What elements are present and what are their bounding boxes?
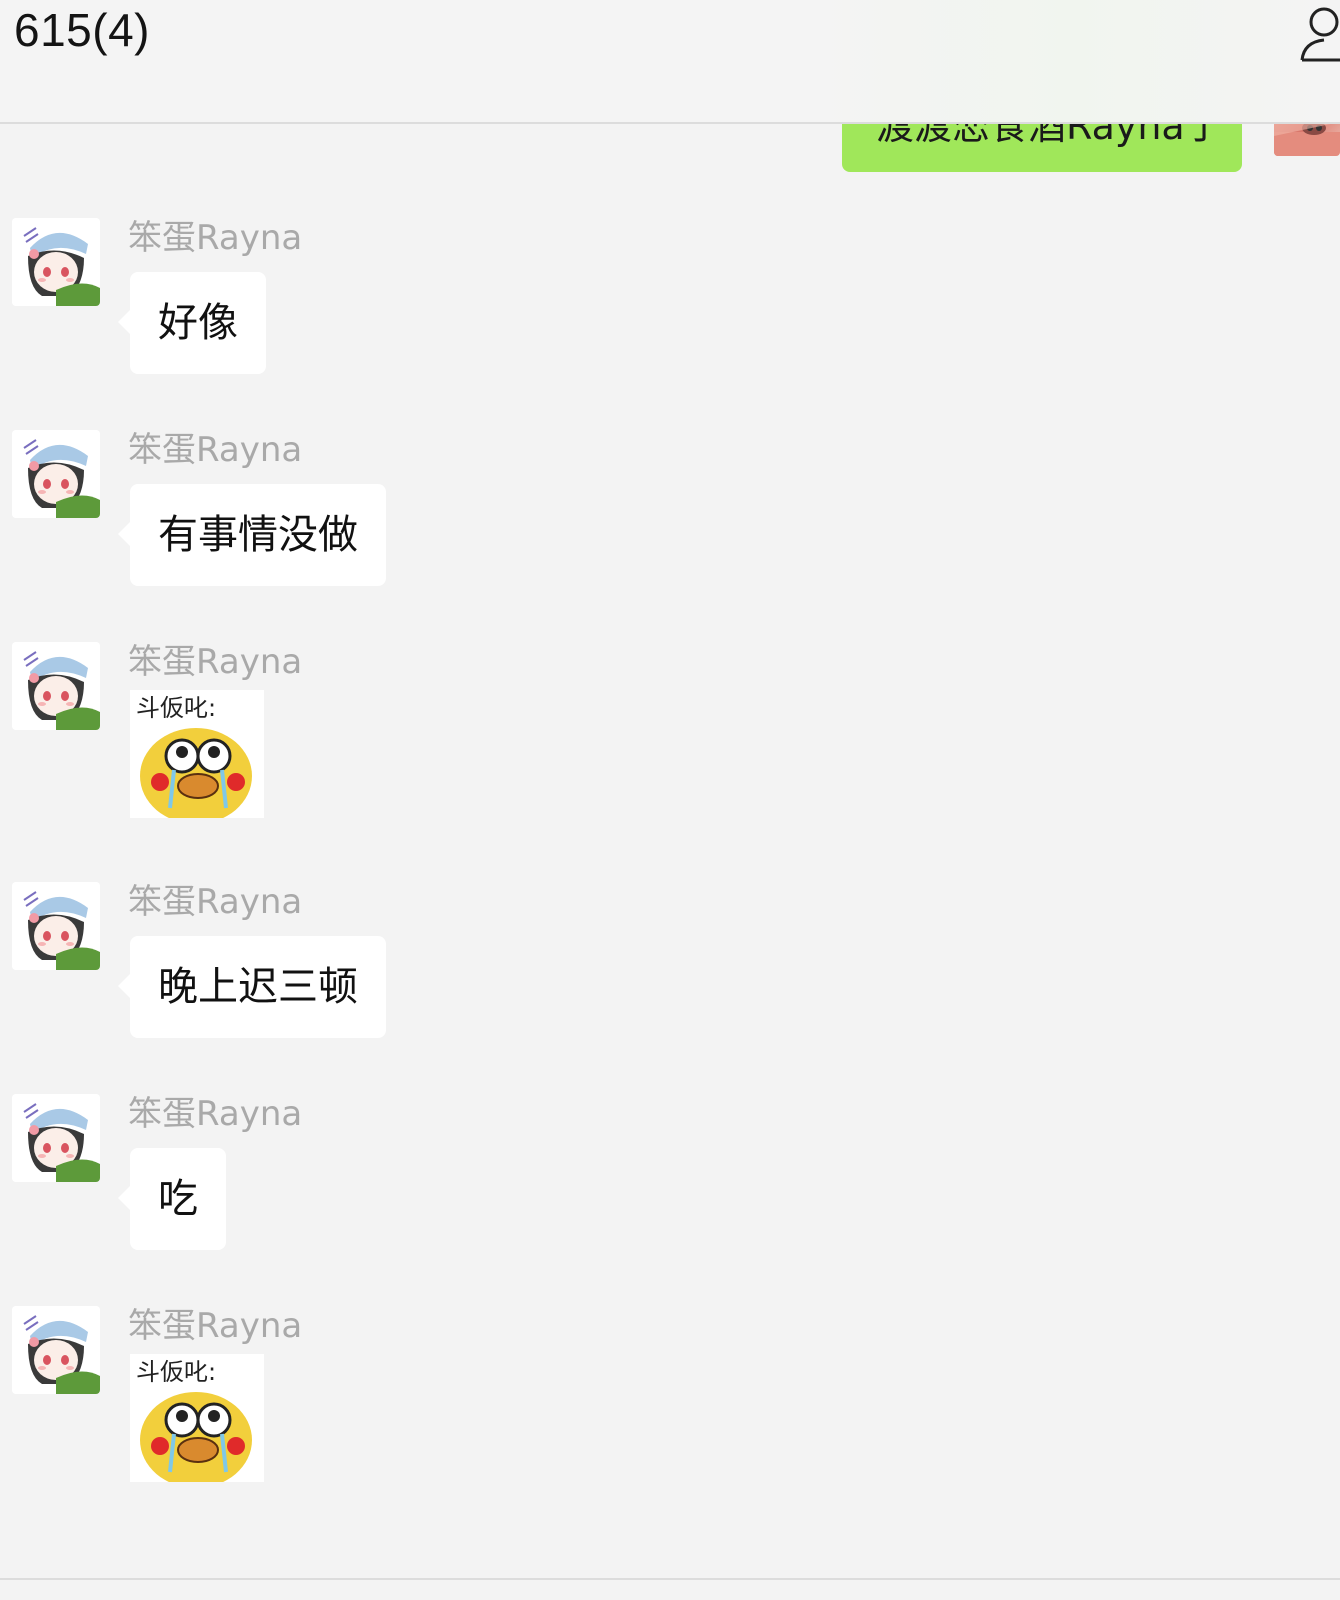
message-bubble[interactable]: 好像 xyxy=(118,272,266,374)
avatar[interactable] xyxy=(12,430,100,518)
crying-duck-sticker-image: 斗仮叱: xyxy=(130,1354,264,1482)
sender-name: 笨蛋Rayna xyxy=(128,882,303,922)
anime-girl-avatar-icon xyxy=(12,882,100,970)
chat-title: 615(4) xyxy=(14,4,150,56)
sender-name: 笨蛋Rayna xyxy=(128,218,303,258)
sender-name: 笨蛋Rayna xyxy=(128,430,303,470)
sender-name: 笨蛋Rayna xyxy=(128,1306,303,1346)
avatar[interactable] xyxy=(12,882,100,970)
avatar[interactable] xyxy=(12,1306,100,1394)
input-area-divider xyxy=(0,1578,1340,1600)
anime-girl-avatar-icon xyxy=(12,642,100,730)
anime-girl-avatar-icon xyxy=(12,1094,100,1182)
anime-girl-avatar-icon xyxy=(12,430,100,518)
sender-name: 笨蛋Rayna xyxy=(128,642,303,682)
person-icon-svg xyxy=(1300,7,1340,62)
anime-girl-avatar-icon xyxy=(12,1306,100,1394)
sticker-caption: 斗仮叱: xyxy=(136,694,216,722)
message-bubble[interactable]: 吃 xyxy=(118,1148,226,1250)
chat-header: 615(4) xyxy=(0,0,1340,124)
message-list[interactable]: 渡渡恋食酒Rayna亅 笨蛋Rayna 好像 笨蛋Rayna 有事情没做 笨蛋R… xyxy=(0,0,1340,1578)
message-bubble[interactable]: 有事情没做 xyxy=(118,484,386,586)
avatar[interactable] xyxy=(12,1094,100,1182)
avatar[interactable] xyxy=(12,218,100,306)
person-icon[interactable] xyxy=(1290,0,1340,66)
crying-duck-sticker[interactable]: 斗仮叱: xyxy=(130,690,264,818)
chat-window: 渡渡恋食酒Rayna亅 笨蛋Rayna 好像 笨蛋Rayna 有事情没做 笨蛋R… xyxy=(0,0,1340,1600)
anime-girl-avatar-icon xyxy=(12,218,100,306)
sender-name: 笨蛋Rayna xyxy=(128,1094,303,1134)
sticker-caption: 斗仮叱: xyxy=(136,1358,216,1386)
crying-duck-sticker[interactable]: 斗仮叱: xyxy=(130,1354,264,1482)
message-bubble[interactable]: 晚上迟三顿 xyxy=(118,936,386,1038)
crying-duck-sticker-image: 斗仮叱: xyxy=(130,690,264,818)
avatar[interactable] xyxy=(12,642,100,730)
